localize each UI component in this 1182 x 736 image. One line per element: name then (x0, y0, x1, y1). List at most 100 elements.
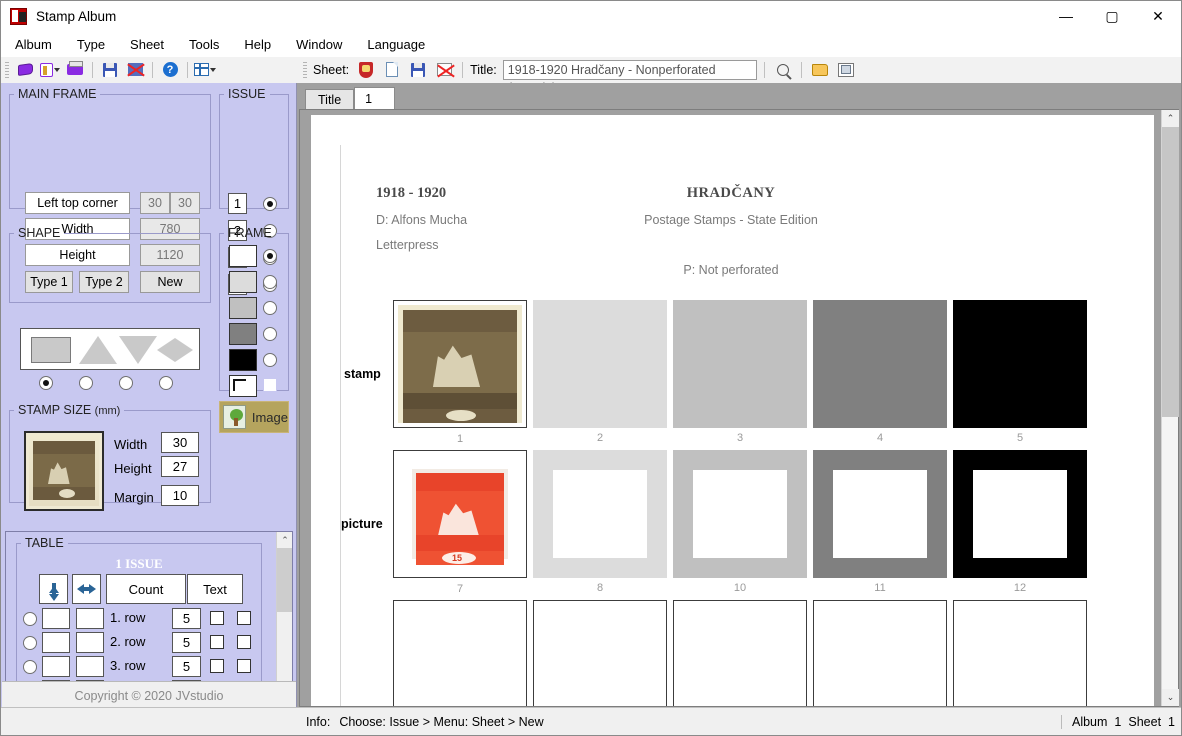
stamp-size-legend: STAMP SIZE (mm) (14, 403, 124, 417)
delete-sheet-icon[interactable] (433, 60, 455, 80)
search-icon[interactable] (772, 60, 794, 80)
save-sheet-icon[interactable] (407, 60, 429, 80)
help-icon[interactable]: ? (159, 60, 181, 80)
sheet-cell-5[interactable]: 5 (953, 300, 1087, 444)
table-row-3-vertical-input[interactable] (42, 656, 70, 677)
import-icon[interactable] (835, 60, 857, 80)
table-row-1-count[interactable]: 5 (172, 608, 201, 629)
issue-option-1-label[interactable]: 1 (228, 193, 247, 214)
table-scroll-thumb[interactable] (277, 548, 292, 612)
sheet-cell-empty-3[interactable] (673, 600, 807, 706)
table-row-1-vertical-input[interactable] (42, 608, 70, 629)
shape-radio-rectangle[interactable] (39, 376, 53, 390)
stamp-width-field[interactable]: 30 (161, 432, 199, 453)
menu-type[interactable]: Type (66, 34, 116, 55)
table-row-2-vertical-input[interactable] (42, 632, 70, 653)
open-folder-icon[interactable] (809, 60, 831, 80)
stamp-margin-field[interactable]: 10 (161, 485, 199, 506)
sheet-cell-3[interactable]: 3 (673, 300, 807, 444)
table-scroll-up-button[interactable]: ⌃ (277, 532, 292, 548)
table-row-1-check-b[interactable] (237, 611, 251, 625)
triangle-up-shape-icon[interactable] (79, 336, 117, 364)
frame-radio-white[interactable] (263, 249, 277, 263)
frame-swatch-white[interactable] (229, 245, 257, 267)
image-button[interactable]: Image (219, 401, 289, 433)
close-button[interactable]: ✕ (1135, 1, 1181, 31)
canvas-scroll-thumb[interactable] (1162, 127, 1179, 417)
stamp-height-field[interactable]: 27 (161, 456, 199, 477)
sheet-cell-8[interactable]: 8 (533, 450, 667, 594)
rectangle-shape-icon[interactable] (31, 337, 71, 363)
shape-radio-triangle-down[interactable] (119, 376, 133, 390)
sheet-cell-2[interactable]: 2 (533, 300, 667, 444)
sheet-cell-4[interactable]: 4 (813, 300, 947, 444)
sheet-cell-empty-4[interactable] (813, 600, 947, 706)
corner-color-swatch[interactable] (263, 378, 277, 392)
corner-x-field[interactable]: 30 (140, 192, 170, 214)
album-open-icon[interactable] (39, 60, 61, 80)
horizontal-arrow-icon[interactable] (72, 574, 101, 604)
no-save-icon[interactable] (124, 60, 146, 80)
maximize-button[interactable]: ▢ (1089, 1, 1135, 31)
frame-swatch-dark-gray[interactable] (229, 323, 257, 345)
shape-radio-triangle-up[interactable] (79, 376, 93, 390)
table-row-2-horizontal-input[interactable] (76, 632, 104, 653)
sheet-cell-11[interactable]: 11 (813, 450, 947, 594)
table-row-3-check-b[interactable] (237, 659, 251, 673)
issue-radio-1[interactable] (263, 197, 277, 211)
canvas-vertical-scrollbar[interactable]: ⌃ ⌄ (1161, 110, 1179, 706)
print-icon[interactable] (64, 60, 86, 80)
table-row-1-horizontal-input[interactable] (76, 608, 104, 629)
sheet-cell-empty-1[interactable] (393, 600, 527, 706)
menu-language[interactable]: Language (356, 34, 436, 55)
tab-title[interactable]: Title (305, 89, 355, 109)
frame-radio-gray[interactable] (263, 301, 277, 315)
table-row-2-check-a[interactable] (210, 635, 224, 649)
frame-radio-dark-gray[interactable] (263, 327, 277, 341)
sheet-cell-empty-2[interactable] (533, 600, 667, 706)
sheet-cell-7[interactable]: 15 7 (393, 450, 527, 595)
tab-sheet-1[interactable]: 1 (354, 87, 396, 109)
triangle-down-shape-icon[interactable] (119, 336, 157, 364)
left-top-corner-button[interactable]: Left top corner (25, 192, 130, 214)
album-book-icon[interactable] (14, 60, 36, 80)
table-icon[interactable] (194, 60, 216, 80)
table-row-2-radio[interactable] (23, 636, 37, 650)
sheet-title-input[interactable]: 1918-1920 Hradčany - Nonperforated (samp… (502, 59, 757, 95)
table-row-1-radio[interactable] (23, 612, 37, 626)
save-icon[interactable] (99, 60, 121, 80)
table-row-3-count[interactable]: 5 (172, 656, 201, 677)
frame-swatch-gray[interactable] (229, 297, 257, 319)
table-row-1-check-a[interactable] (210, 611, 224, 625)
table-row-3-horizontal-input[interactable] (76, 656, 104, 677)
canvas-scroll-down-button[interactable]: ⌄ (1162, 689, 1179, 706)
sheet-cell-empty-5[interactable] (953, 600, 1087, 706)
sheet-cell-1[interactable]: 1 (393, 300, 527, 445)
table-row-3-check-a[interactable] (210, 659, 224, 673)
table-row-2-check-b[interactable] (237, 635, 251, 649)
sheet-cell-12[interactable]: 12 (953, 450, 1087, 594)
menu-tools[interactable]: Tools (178, 34, 230, 55)
table-row-2-count[interactable]: 5 (172, 632, 201, 653)
corner-outline-icon[interactable] (229, 375, 257, 397)
menu-sheet[interactable]: Sheet (119, 34, 175, 55)
table-row-3-radio[interactable] (23, 660, 37, 674)
canvas-scroll-up-button[interactable]: ⌃ (1162, 110, 1179, 127)
frame-swatch-black[interactable] (229, 349, 257, 371)
diamond-shape-icon[interactable] (157, 338, 193, 362)
sheet-toolbar-grip[interactable] (303, 61, 307, 78)
frame-radio-light-gray[interactable] (263, 275, 277, 289)
frame-swatch-light-gray[interactable] (229, 271, 257, 293)
menu-album[interactable]: Album (4, 34, 63, 55)
minimize-button[interactable]: — (1043, 1, 1089, 31)
menu-help[interactable]: Help (233, 34, 282, 55)
corner-y-field[interactable]: 30 (170, 192, 200, 214)
new-sheet-icon[interactable] (381, 60, 403, 80)
menu-window[interactable]: Window (285, 34, 353, 55)
vertical-arrow-icon[interactable] (39, 574, 68, 604)
toolbar-grip[interactable] (5, 61, 9, 78)
shape-radio-diamond[interactable] (159, 376, 173, 390)
frame-radio-black[interactable] (263, 353, 277, 367)
crest-icon[interactable] (355, 60, 377, 80)
sheet-cell-10[interactable]: 10 (673, 450, 807, 594)
